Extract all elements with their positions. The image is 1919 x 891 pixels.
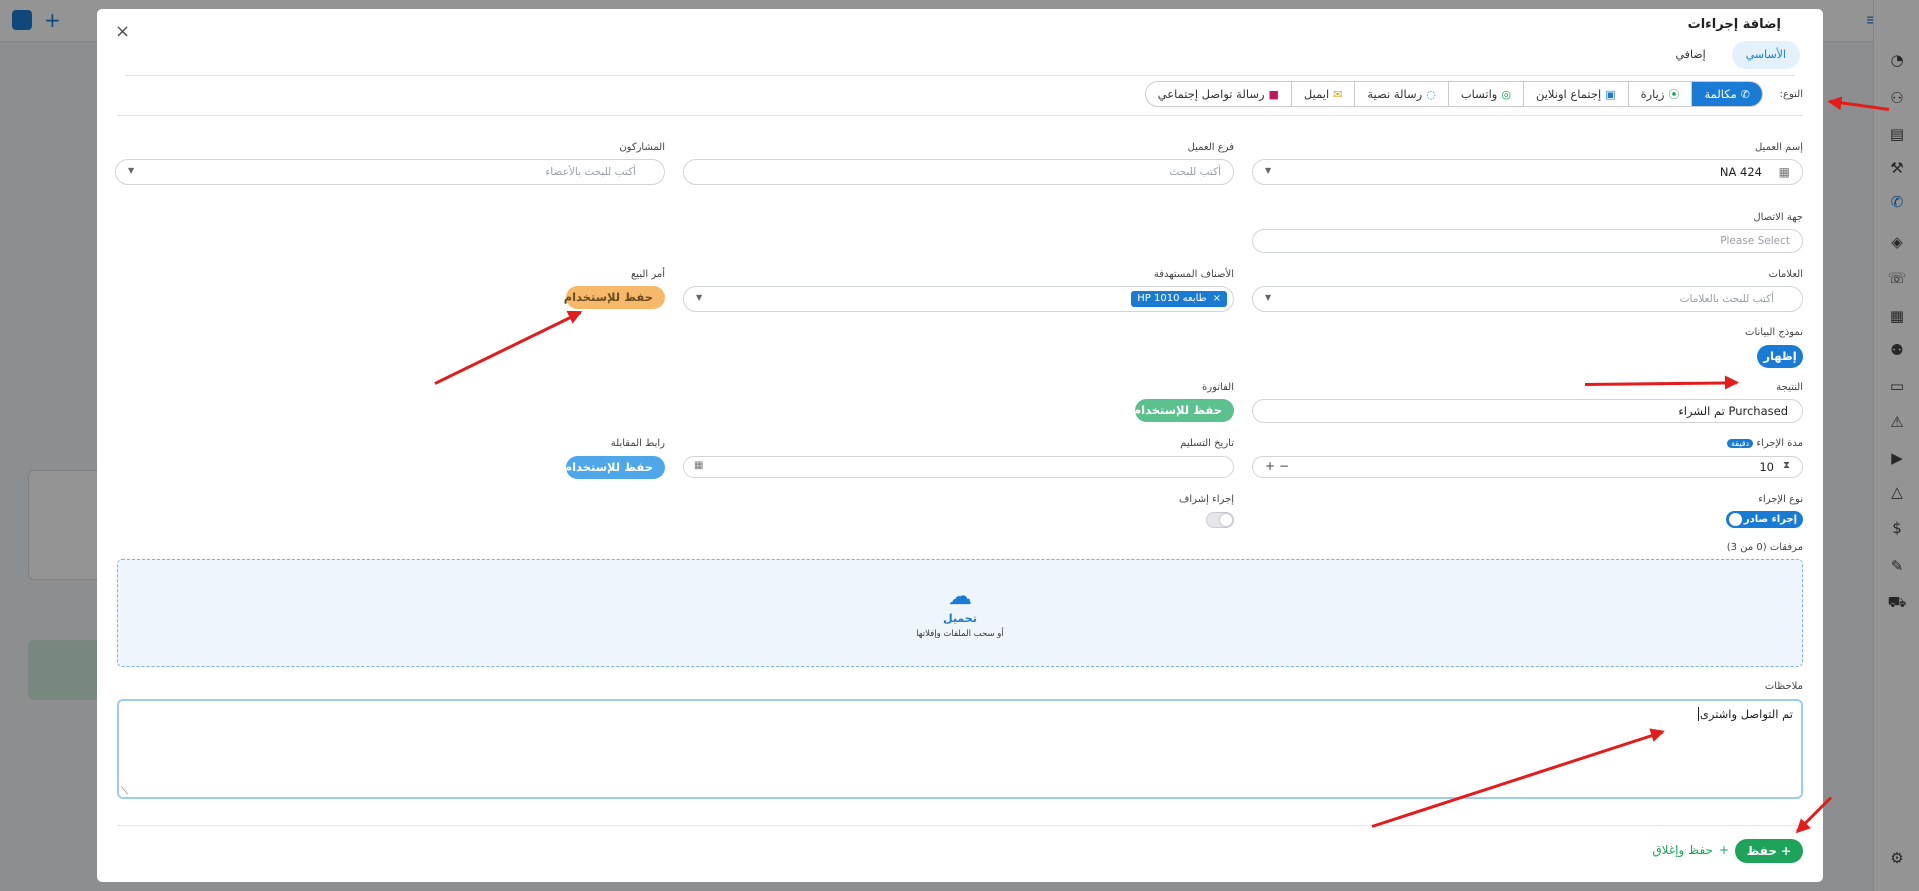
action-type-selector: ✆مكالمة ⦿زيارة ▣إجتماع اونلاين ◎واتساب ◌… [1144, 81, 1763, 107]
duration-label: مدة الإجراء دقيقة [1726, 438, 1803, 449]
divider [117, 115, 1803, 116]
upload-hint: أو سحب الملفات وإفلاتها [916, 629, 1004, 639]
chevron-down-icon: ▼ [128, 166, 135, 175]
presentation-icon: ▣ [1605, 88, 1616, 101]
supervision-label: إجراء إشراف [1179, 494, 1234, 505]
type-sms-button[interactable]: ◌رسالة نصية [1354, 82, 1447, 106]
toggle-knob [1220, 514, 1232, 526]
data-model-label: نموذج البيانات [1745, 327, 1803, 338]
contact-select[interactable]: Please Select [1252, 229, 1803, 253]
target-items-label: الأصناف المستهدفة [1153, 269, 1234, 280]
social-icon: ■ [1268, 88, 1279, 101]
type-email-button[interactable]: ✉ايميل [1290, 82, 1354, 106]
increment-icon[interactable]: + [1265, 459, 1275, 473]
sales-order-label: أمر البيع [630, 269, 665, 280]
upload-title: تحميل [943, 612, 977, 625]
client-branch-select[interactable]: أكتب للبحث [683, 159, 1234, 185]
cloud-upload-icon: ☁ [948, 582, 972, 610]
meeting-link-button[interactable]: حفظ للإستخدام [564, 456, 665, 479]
supervision-toggle[interactable] [1206, 512, 1234, 528]
chevron-down-icon: ▼ [1265, 293, 1272, 302]
toggle-knob [1728, 513, 1742, 526]
type-social-button[interactable]: ■رسالة تواصل إجتماعي [1146, 82, 1291, 106]
divider [117, 825, 1803, 826]
delivery-date-input[interactable]: ▦ [683, 456, 1234, 478]
modal-tabs: الأساسي إضافي [1662, 41, 1800, 69]
invoice-label: الفاتورة [1202, 382, 1234, 393]
hourglass-icon: ⧗ [1782, 460, 1790, 471]
duration-unit-badge: دقيقة [1726, 439, 1754, 448]
client-name-label: إسم العميل [1754, 142, 1803, 153]
chevron-down-icon: ▼ [1265, 166, 1272, 175]
plus-icon: + [1780, 844, 1791, 858]
attachments-label: مرفقات (0 من 3) [1726, 542, 1803, 553]
participants-label: المشاركون [619, 142, 665, 153]
building-icon: ▦ [1778, 165, 1790, 179]
show-data-model-button[interactable]: إظهار [1757, 345, 1803, 368]
result-select[interactable]: Purchased تم الشراء [1252, 399, 1803, 423]
close-icon[interactable]: × [115, 21, 130, 42]
remove-chip-icon[interactable]: × [1213, 293, 1221, 304]
plus-icon: + [1718, 843, 1729, 857]
type-label: النوع: [1779, 89, 1803, 100]
phone-icon: ✆ [1740, 88, 1750, 101]
duration-stepper[interactable]: ⧗ 10 + − [1252, 456, 1803, 478]
delivery-date-label: تاريخ التسليم [1180, 438, 1234, 449]
type-visit-button[interactable]: ⦿زيارة [1627, 82, 1692, 106]
type-online-meeting-button[interactable]: ▣إجتماع اونلاين [1522, 82, 1628, 106]
result-label: النتيجة [1776, 382, 1803, 393]
outgoing-action-toggle[interactable]: إجراء صادر [1725, 511, 1803, 528]
modal-title: إضافة إجراءات [1687, 17, 1781, 32]
tags-select[interactable]: أكتب للبحث بالعلامات ▼ [1252, 286, 1803, 312]
tab-basic[interactable]: الأساسي [1731, 41, 1800, 69]
tab-additional[interactable]: إضافي [1662, 41, 1720, 69]
add-actions-modal: إضافة إجراءات × الأساسي إضافي النوع: ✆مك… [97, 9, 1823, 882]
sms-icon: ◌ [1426, 88, 1436, 101]
client-name-select[interactable]: ▦ NA 424 ▼ [1252, 159, 1803, 185]
email-icon: ✉ [1333, 88, 1343, 101]
save-button[interactable]: +حفظ [1734, 839, 1803, 863]
meeting-link-label: رابط المقابلة [610, 438, 665, 449]
notes-textarea[interactable]: تم التواصل واشترى ⟋ [117, 699, 1803, 799]
sales-order-button[interactable]: حفظ للإستخدام [564, 286, 665, 309]
client-branch-label: فرع العميل [1187, 142, 1234, 153]
whatsapp-icon: ◎ [1501, 88, 1511, 101]
decrement-icon[interactable]: − [1279, 459, 1289, 473]
chevron-down-icon: ▼ [696, 293, 703, 302]
invoice-button[interactable]: حفظ للإستخدام [1133, 399, 1234, 422]
target-item-chip[interactable]: ×طابعه HP 1010 [1131, 291, 1227, 307]
file-dropzone[interactable]: ☁ تحميل أو سحب الملفات وإفلاتها [117, 559, 1803, 667]
type-whatsapp-button[interactable]: ◎واتساب [1447, 82, 1523, 106]
contact-label: جهة الاتصال [1753, 212, 1803, 223]
target-items-select[interactable]: ×طابعه HP 1010 ▼ [683, 286, 1234, 312]
location-pin-icon: ⦿ [1668, 88, 1680, 101]
resize-handle-icon[interactable]: ⟋ [121, 786, 128, 797]
tags-label: العلامات [1768, 269, 1803, 280]
action-type-label: نوع الإجراء [1758, 494, 1803, 505]
divider [125, 75, 1795, 76]
calendar-icon: ▦ [694, 460, 704, 471]
notes-label: ملاحظات [1764, 681, 1803, 692]
participants-select[interactable]: أكتب للبحث بالأعضاء ▼ [115, 159, 665, 185]
save-and-close-button[interactable]: +حفظ وإغلاق [1652, 843, 1729, 857]
type-call-button[interactable]: ✆مكالمة [1691, 82, 1762, 106]
